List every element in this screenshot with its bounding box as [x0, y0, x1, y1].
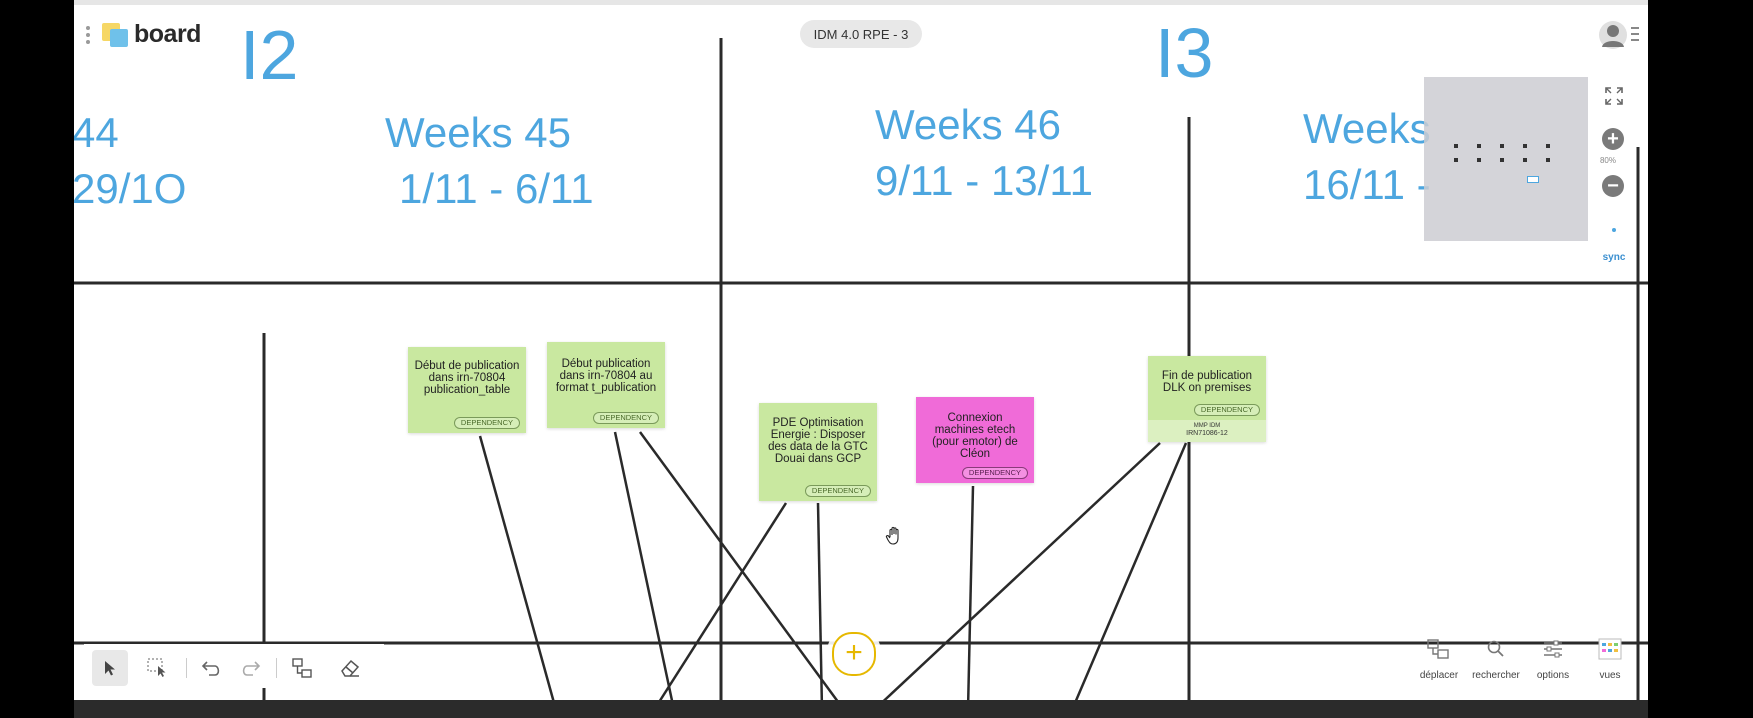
app-logo[interactable]: board [86, 20, 201, 49]
sliders-icon [1544, 640, 1562, 658]
zoom-in-icon[interactable]: + [1602, 128, 1624, 150]
dependency-connector [873, 442, 1161, 711]
sticky-note[interactable]: Début publication dans irn-70804 au form… [547, 342, 665, 428]
drag-handle-icon[interactable] [86, 25, 90, 44]
zoom-level: 80% [1599, 156, 1616, 165]
toolbar-divider [186, 658, 187, 678]
sticky-note[interactable]: Début de publication dans irn-70804 publ… [408, 347, 526, 433]
taskbar-strip [74, 700, 1648, 718]
note-text: PDE Optimisation Energie : Disposer des … [768, 417, 868, 465]
search-tool-button[interactable]: rechercher [1468, 636, 1524, 686]
week-title: Weeks 45 [385, 109, 571, 156]
dependency-tag: DEPENDENCY [804, 485, 871, 497]
week-dates: 16/11 - [1303, 161, 1431, 208]
hand-cursor-icon [885, 526, 899, 545]
move-tool-label: déplacer [1419, 670, 1459, 681]
week-dates: 1/11 - 6/11 [399, 165, 594, 212]
minimap-viewport[interactable] [1527, 176, 1539, 183]
dependency-tag: DEPENDENCY [1193, 404, 1260, 416]
eraser-button[interactable] [332, 650, 368, 686]
connector-button[interactable] [284, 650, 320, 686]
search-icon [1487, 640, 1504, 657]
logo-text: board [134, 20, 201, 48]
note-meta-value: IRN71086-12 [1186, 430, 1228, 437]
board-title-pill[interactable]: IDM 4.0 RPE - 3 [800, 20, 922, 48]
note-text: Début de publication dans irn-70804 publ… [414, 360, 520, 396]
sync-label[interactable]: sync [1596, 252, 1632, 263]
board-logo-icon [102, 22, 128, 47]
redo-button[interactable] [232, 650, 268, 686]
menu-icon[interactable] [1631, 27, 1639, 45]
note-meta-label: MMP IDM [1193, 423, 1221, 429]
options-tool-button[interactable]: options [1525, 636, 1581, 686]
week-dates: 29/1O [74, 165, 187, 212]
eraser-icon [341, 659, 360, 677]
sticky-note[interactable]: PDE Optimisation Energie : Disposer des … [759, 403, 877, 501]
dependency-connector [1070, 442, 1188, 711]
dependency-connector [966, 485, 975, 711]
note-text: Fin de publication DLK on premises [1161, 370, 1253, 394]
note-text: Connexion machines etech (pour emotor) d… [932, 412, 1018, 460]
user-avatar-icon[interactable] [1599, 21, 1627, 49]
iteration-label: I2 [240, 16, 299, 94]
fullscreen-icon[interactable] [1604, 86, 1624, 106]
week-title: 44 [74, 109, 119, 156]
sticky-note[interactable]: Connexion machines etech (pour emotor) d… [916, 397, 1034, 483]
connector-icon [292, 658, 312, 678]
dependency-tag: DEPENDENCY [453, 417, 520, 429]
undo-button[interactable] [194, 650, 230, 686]
zoom-out-icon[interactable]: − [1602, 175, 1624, 197]
week-title: Weeks 46 [875, 101, 1061, 148]
note-text: Début publication dans irn-70804 au form… [555, 358, 657, 394]
week-title: Weeks [1303, 105, 1431, 152]
move-icon [1427, 639, 1449, 659]
redo-icon [242, 661, 261, 676]
dependency-connector [613, 431, 676, 711]
whiteboard-canvas[interactable]: board IDM 4.0 RPE - 3 I2 I3 44 29/1O Wee… [74, 0, 1648, 718]
area-select-button[interactable] [140, 650, 176, 686]
dependency-tag: DEPENDENCY [592, 412, 659, 424]
area-select-icon [147, 658, 166, 677]
drawing-toolbar [84, 644, 384, 688]
select-tool-button[interactable] [92, 650, 128, 686]
dependency-connector [478, 435, 558, 711]
views-icon [1598, 638, 1622, 660]
note-meta: MMP IDM IRN71086-12 [1148, 420, 1266, 442]
minimap[interactable] [1424, 77, 1588, 241]
toolbar-divider [276, 658, 277, 678]
iteration-label: I3 [1155, 14, 1214, 92]
plus-icon: + [845, 636, 863, 669]
views-tool-button[interactable]: vues [1582, 636, 1638, 686]
sync-status-icon [1612, 228, 1616, 232]
select-icon [105, 661, 115, 676]
sticky-note[interactable]: Fin de publication DLK on premises DEPEN… [1148, 356, 1266, 442]
add-item-button[interactable]: + [832, 632, 876, 676]
options-tool-label: options [1536, 670, 1570, 681]
move-tool-button[interactable]: déplacer [1411, 636, 1467, 686]
views-tool-label: vues [1599, 670, 1621, 681]
dependency-tag: DEPENDENCY [961, 467, 1028, 479]
week-dates: 9/11 - 13/11 [875, 157, 1093, 204]
undo-icon [201, 661, 220, 676]
search-tool-label: rechercher [1472, 670, 1520, 681]
